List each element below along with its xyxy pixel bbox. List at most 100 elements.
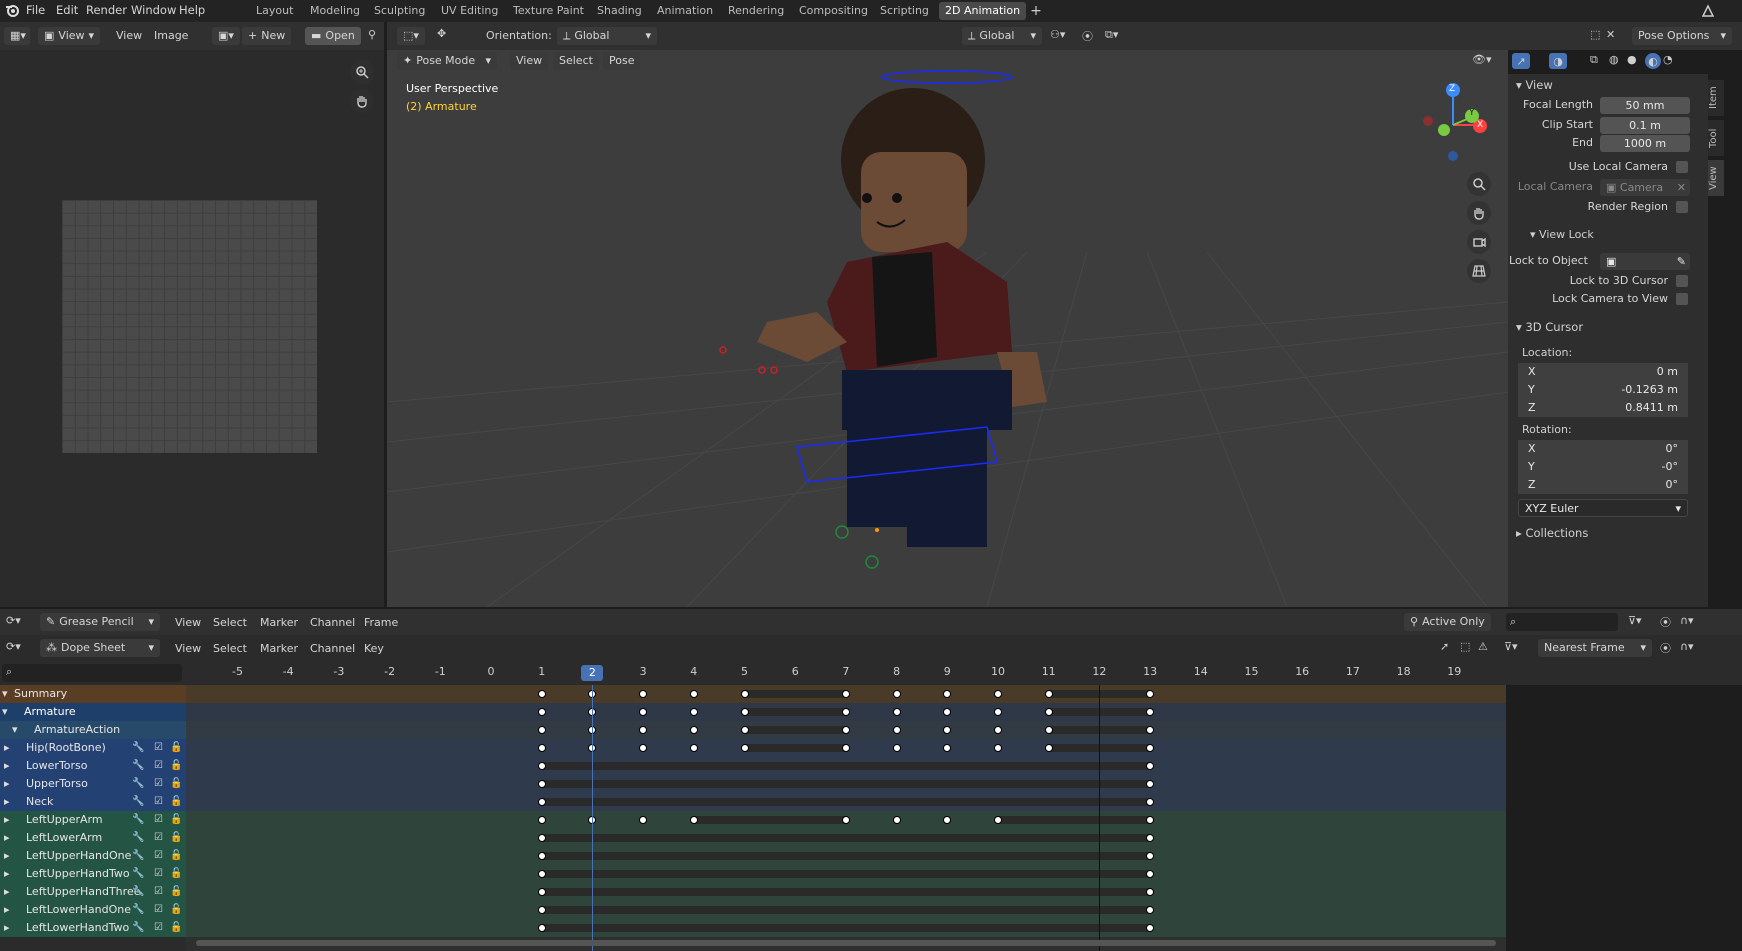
keyframe[interactable] — [943, 744, 952, 752]
tab-rendering[interactable]: Rendering — [722, 2, 790, 20]
keyframe[interactable] — [1146, 762, 1155, 770]
local-camera-field[interactable]: ▣ Camera ✕ — [1600, 179, 1690, 196]
ds-menu-key[interactable]: Key — [364, 642, 384, 655]
errors-icon[interactable]: ⚠ — [1478, 640, 1488, 653]
transform-gizmo-icon[interactable]: ✥ — [437, 27, 446, 40]
keyframe[interactable] — [892, 690, 901, 698]
focal-length-field[interactable]: 50 mm — [1600, 97, 1690, 114]
lock-to-3d-cursor-checkbox[interactable] — [1676, 275, 1688, 287]
keyframe[interactable] — [892, 744, 901, 752]
use-local-camera-checkbox[interactable] — [1676, 161, 1688, 173]
keyframe[interactable] — [1146, 888, 1155, 896]
expand-arrow-icon[interactable]: ▸ — [4, 793, 10, 811]
keyframe[interactable] — [537, 816, 546, 824]
ds-mode-dropdown[interactable]: ⁂ Dope Sheet ▾ — [40, 639, 160, 657]
proportional-edit-icon[interactable]: ⧉▾ — [1105, 28, 1118, 42]
keyframe[interactable] — [537, 798, 546, 806]
modifier-wrench-icon[interactable]: 🔧 — [132, 739, 144, 757]
keyframe[interactable] — [1146, 780, 1155, 788]
mute-checkbox-icon[interactable]: ☑ — [154, 793, 163, 811]
frame-ruler[interactable]: ⌕ -5-4-3-2-10123456789101112131415161718… — [0, 661, 1742, 685]
keyframe[interactable] — [639, 744, 648, 752]
image-browse-button[interactable]: ▣▾ — [212, 27, 240, 45]
lock-to-object-field[interactable]: ▣ ✎ — [1600, 253, 1690, 270]
menu-edit[interactable]: Edit — [56, 3, 78, 17]
channel-row[interactable]: ▸ Neck 🔧 ☑ 🔓 — [0, 793, 186, 811]
overlay-toggle-icon[interactable]: ◑ — [1549, 53, 1567, 69]
ds-menu-select[interactable]: Select — [213, 642, 247, 655]
only-selected-icon[interactable]: ➚ — [1440, 640, 1449, 653]
ds-falloff-icon[interactable]: ∩▾ — [1680, 640, 1694, 653]
expand-arrow-icon[interactable]: ▾ — [2, 703, 8, 721]
3d-cursor-section-header[interactable]: ▾ 3D Cursor — [1516, 320, 1583, 334]
keyframe[interactable] — [892, 726, 901, 734]
menu-vp-select[interactable]: Select — [553, 52, 599, 70]
ds-filter-icon[interactable]: ⊽▾ — [1504, 640, 1518, 653]
lock-icon[interactable]: 🔓 — [170, 793, 182, 811]
gp-menu-marker[interactable]: Marker — [260, 616, 298, 629]
keyframe[interactable] — [639, 816, 648, 824]
expand-arrow-icon[interactable]: ▸ — [4, 919, 10, 937]
cursor-location-x[interactable]: X0 m — [1518, 363, 1688, 381]
channel-row[interactable]: ▾ Summary — [0, 685, 186, 703]
keyframe[interactable] — [994, 726, 1002, 734]
menu-vp-view[interactable]: View — [510, 52, 549, 70]
expand-arrow-icon[interactable]: ▸ — [4, 775, 10, 793]
cursor-location-y[interactable]: Y -0.1263 m — [1518, 381, 1688, 399]
rotation-mode-dropdown[interactable]: XYZ Euler ▾ — [1518, 499, 1688, 517]
channel-row[interactable]: ▸ LeftUpperHandOne 🔧 ☑ 🔓 — [0, 847, 186, 865]
orientation-dropdown[interactable]: ⟂ Global ▾ — [557, 27, 657, 45]
mute-checkbox-icon[interactable]: ☑ — [154, 901, 163, 919]
sidebar-tab-view[interactable]: View — [1708, 160, 1724, 196]
ds-menu-channel[interactable]: Channel — [310, 642, 355, 655]
keyframe[interactable] — [1146, 798, 1155, 806]
menu-vp-pose[interactable]: Pose — [603, 52, 641, 70]
modifier-wrench-icon[interactable]: 🔧 — [132, 793, 144, 811]
perspective-toggle-icon[interactable] — [1467, 259, 1491, 283]
keyframe[interactable] — [1146, 726, 1155, 734]
lock-icon[interactable]: 🔓 — [170, 757, 182, 775]
keyframe[interactable] — [689, 744, 698, 752]
keyframe[interactable] — [1146, 816, 1155, 824]
keyframe[interactable] — [689, 690, 698, 698]
pan-view-hand-icon[interactable] — [1467, 201, 1491, 225]
keyframe[interactable] — [537, 870, 546, 878]
keyframe[interactable] — [537, 780, 546, 788]
tab-scripting[interactable]: Scripting — [874, 2, 935, 20]
tab-shading[interactable]: Shading — [591, 2, 648, 20]
mute-checkbox-icon[interactable]: ☑ — [154, 847, 163, 865]
3d-viewport[interactable]: User Perspective (2) Armature Z Y X — [387, 22, 1508, 607]
channel-row[interactable]: ▸ LeftLowerHandTwo 🔧 ☑ 🔓 — [0, 919, 186, 937]
modifier-wrench-icon[interactable]: 🔧 — [132, 865, 144, 883]
active-only-toggle[interactable]: ⚲ Active Only — [1404, 613, 1491, 631]
lock-camera-to-view-checkbox[interactable] — [1676, 293, 1688, 305]
keyframe[interactable] — [994, 708, 1002, 716]
add-workspace-icon[interactable]: + — [1028, 2, 1044, 20]
keyframe[interactable] — [841, 690, 850, 698]
keyframe[interactable] — [892, 816, 901, 824]
open-image-button[interactable]: ▬ Open — [305, 27, 361, 45]
tab-sculpting[interactable]: Sculpting — [368, 2, 431, 20]
cursor-rotation-y[interactable]: Y -0° — [1518, 458, 1688, 476]
visibility-eye-icon[interactable]: 👁▾ — [1472, 53, 1492, 66]
scene-icon[interactable] — [1700, 2, 1716, 20]
lock-icon[interactable]: 🔓 — [170, 865, 182, 883]
editor-type-icon[interactable]: ▦▾ — [4, 27, 30, 45]
lock-icon[interactable]: 🔓 — [170, 883, 182, 901]
mute-checkbox-icon[interactable]: ☑ — [154, 811, 163, 829]
mode-dropdown[interactable]: ✦ Pose Mode ▾ — [397, 52, 497, 70]
pose-options-dropdown[interactable]: Pose Options ▾ — [1632, 27, 1732, 45]
modifier-wrench-icon[interactable]: 🔧 — [132, 757, 144, 775]
viewport-editor-type-icon[interactable]: ⬚▾ — [397, 27, 425, 45]
keyframe[interactable] — [1146, 690, 1155, 698]
keyframe[interactable] — [1146, 708, 1155, 716]
modifier-wrench-icon[interactable]: 🔧 — [132, 901, 144, 919]
keyframe[interactable] — [689, 708, 698, 716]
view-mode-dropdown[interactable]: ▣ View ▾ — [38, 27, 101, 45]
render-region-checkbox[interactable] — [1676, 201, 1688, 213]
gp-menu-view[interactable]: View — [175, 616, 201, 629]
gp-proportional-icon[interactable]: ⦿ — [1660, 614, 1671, 630]
keyframe[interactable] — [841, 726, 850, 734]
keyframe[interactable] — [1146, 906, 1155, 914]
mute-checkbox-icon[interactable]: ☑ — [154, 865, 163, 883]
